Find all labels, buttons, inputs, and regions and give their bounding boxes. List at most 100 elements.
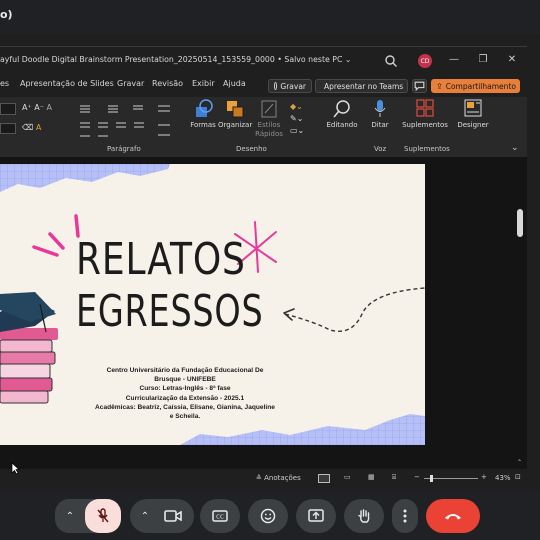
teams-label: Apresentar no Teams [324,81,404,91]
captions-button[interactable]: CC [200,499,240,533]
minimize-button[interactable]: — [446,52,462,68]
editing-label: Editando [326,121,358,129]
group-label-drawing: Desenho [236,145,267,153]
status-bar: ≙ Anotações ▭ ▦ ⌸ − + 43% ⊡ [0,469,527,489]
tab-review[interactable]: Revisão [152,79,183,88]
normal-view-icon[interactable] [318,474,330,483]
maximize-button[interactable]: ❐ [475,52,491,68]
slide-sorter-icon[interactable]: ▦ [368,473,375,481]
zoom-slider-thumb[interactable] [430,475,433,482]
zoom-level[interactable]: 43% [495,474,511,482]
slide[interactable]: RELATOS EGRESSOS Centro Universitário da… [0,164,425,445]
tab-view[interactable]: Exibir [192,79,215,88]
designer-button[interactable]: Designer [454,99,492,143]
more-vert-icon [403,509,407,523]
arrange-icon [227,101,244,118]
present-screen-button[interactable] [296,499,336,533]
comments-button[interactable] [412,79,427,93]
shapes-icon [196,99,213,117]
vertical-scrollbar-thumb[interactable] [517,209,523,237]
microphone-off-icon [97,508,109,523]
mic-options-button[interactable]: ⌃ [55,499,85,533]
share-label: Compartilhamento ⌄ [445,81,525,91]
slide-info-line: e Scheila. [169,413,201,421]
dictate-label: Ditar [371,121,389,129]
share-icon: ⇪ [436,81,443,91]
designer-label: Designer [457,121,489,129]
arrange-button[interactable]: Organizar [218,99,252,143]
quick-styles-button[interactable]: Estilos Rápidos [254,99,284,143]
addins-icon [416,99,434,117]
captions-icon: CC [212,510,228,522]
powerpoint-window: ayful Doodle Digital Brainstorm Presenta… [0,46,527,492]
zoom-in-icon[interactable]: + [481,473,487,481]
microphone-group: ⌃ [55,499,121,533]
title-bar: ayful Doodle Digital Brainstorm Presenta… [0,47,527,75]
group-label-paragraph: Parágrafo [107,145,141,153]
hand-icon [358,509,370,523]
quick-styles-label-1: Estilos [257,121,281,129]
more-options-button[interactable] [392,499,418,533]
slide-info-line: Acadêmicas: Beatriz, Caíssia, Elisane, G… [95,403,275,411]
shape-format-tools[interactable]: ◆⌄ ✎⌄ ▭⌄ [290,101,306,137]
svg-text:CC: CC [216,515,224,521]
raise-hand-button[interactable] [344,499,384,533]
present-in-teams-button[interactable]: Apresentar no Teams [315,79,408,93]
find-icon [333,100,350,118]
slide-title-line-1: RELATOS [76,234,246,285]
designer-icon [464,99,482,117]
ribbon: A⁺ A⁻ A ⌫ A Parágrafo Formas Organizar E… [0,97,527,157]
record-icon [274,82,278,90]
camera-icon[interactable] [164,509,182,523]
comment-icon [414,81,425,92]
avatar[interactable]: CD [418,54,432,68]
editing-button[interactable]: Editando [324,99,360,143]
arrange-label: Organizar [218,121,253,129]
slide-info-line: Brusque - UNIFEBE [154,376,216,384]
mute-toggle-button[interactable] [85,499,121,533]
tab-slideshow[interactable]: Apresentação de Slides [20,79,114,88]
outline-view-icon[interactable]: ▭ [344,473,351,481]
dictate-button[interactable]: Ditar [366,99,394,143]
slide-info-line: Curricularização da Extensão - 2025.1 [125,394,245,402]
addins-button[interactable]: Suplementos [400,99,450,143]
reactions-button[interactable] [248,499,288,533]
camera-group: ⌃ [130,499,194,533]
record-button[interactable]: Gravar [268,79,312,93]
notes-label: Anotações [264,474,301,482]
group-label-addins: Suplementos [404,145,450,153]
meet-top-bar: o) [0,0,540,34]
search-icon[interactable] [384,54,398,68]
quick-styles-icon [261,100,277,118]
slide-info: Centro Universitário da Fundação Educaci… [90,366,280,421]
tab-help[interactable]: Ajuda [223,79,246,88]
quick-styles-label-2: Rápidos [255,130,283,138]
fit-to-window-icon[interactable]: ⊡ [515,473,521,481]
call-controls: ⌃ ⌃ CC [0,491,540,540]
chevron-up-icon: ⌃ [140,510,150,522]
slide-info-line: Curso: Letras-Inglês - 8ª fase [139,385,231,393]
camera-options-button[interactable]: ⌃ [130,499,160,533]
font-controls[interactable]: A⁺ A⁻ A ⌫ A [0,101,62,141]
collapse-ribbon-icon[interactable]: ⌄ [511,143,519,153]
notes-button[interactable]: ≙ Anotações [256,474,301,482]
microphone-icon [374,100,386,117]
group-label-voice: Voz [374,145,387,153]
slide-info-line: Centro Universitário da Fundação Educaci… [106,367,264,374]
tab-home[interactable]: es [0,79,9,88]
emoji-icon [260,508,276,524]
tab-record[interactable]: Gravar [117,79,144,88]
leave-call-button[interactable] [426,499,480,533]
shapes-button[interactable]: Formas [190,99,216,143]
slide-editor: RELATOS EGRESSOS Centro Universitário da… [0,157,527,480]
meeting-title: o) [0,8,13,21]
share-button[interactable]: ⇪ Compartilhamento ⌄ [431,79,525,93]
end-call-icon [445,514,461,520]
close-button[interactable]: ✕ [504,52,520,68]
reading-view-icon[interactable]: ⌸ [392,473,396,482]
shapes-label: Formas [190,121,216,129]
document-title[interactable]: ayful Doodle Digital Brainstorm Presenta… [0,55,351,64]
zoom-out-icon[interactable]: − [414,473,420,481]
slide-title-line-2: EGRESSOS [76,286,264,337]
paragraph-tools[interactable] [78,103,178,141]
